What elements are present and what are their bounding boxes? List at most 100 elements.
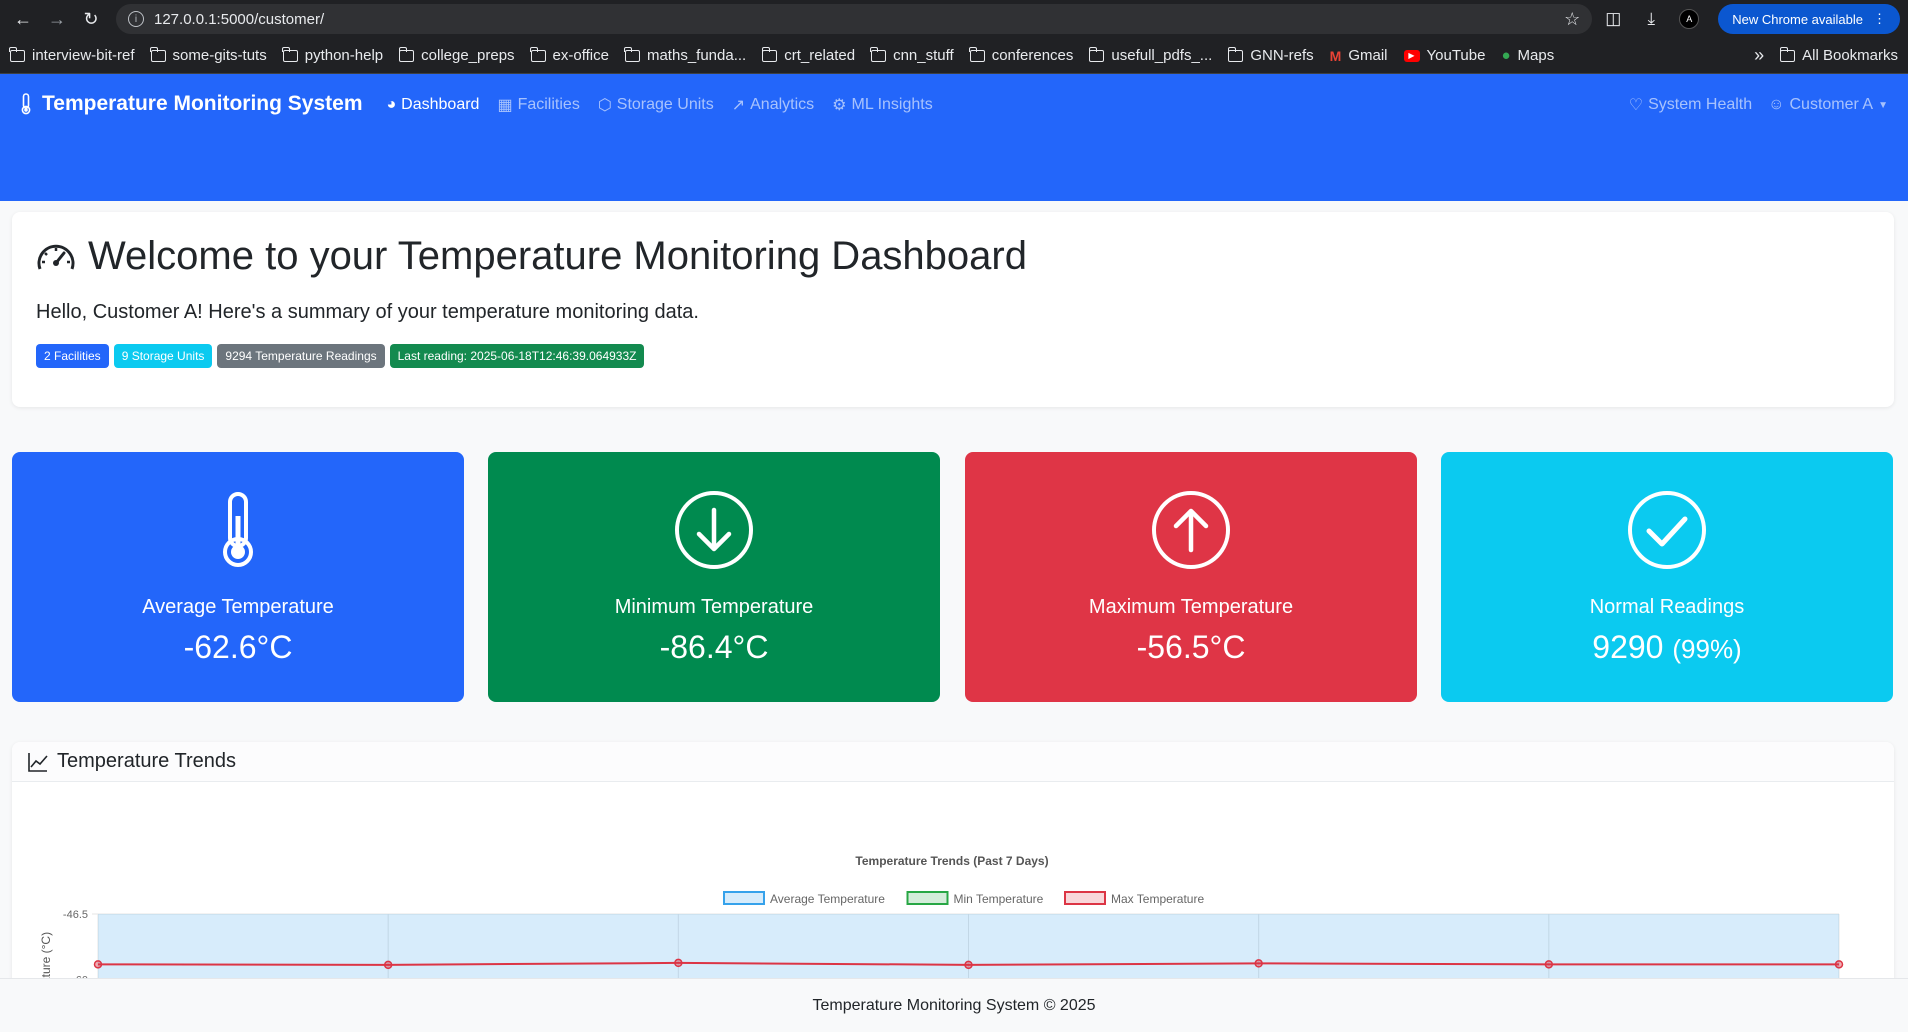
readings-badge: 9294 Temperature Readings	[217, 344, 385, 368]
data-point	[1834, 960, 1844, 969]
legend-label: Max Temperature	[1111, 892, 1204, 906]
legend-label: Min Temperature	[954, 892, 1044, 906]
normal-readings-count: 9290	[1592, 629, 1664, 665]
bookmark-star-icon[interactable]: ☆	[1564, 9, 1580, 30]
brand[interactable]: Temperature Monitoring System	[20, 92, 363, 116]
summary-badges: 2 Facilities 9 Storage Units 9294 Temper…	[36, 344, 1870, 368]
bookmark-item[interactable]: cnn_stuff	[870, 46, 954, 64]
data-point	[964, 960, 973, 970]
more-bookmarks-icon[interactable]: »	[1754, 45, 1764, 66]
folder-icon	[9, 46, 25, 62]
check-circle-icon	[1628, 491, 1706, 569]
normal-readings-value: 9290 (99%)	[1592, 629, 1741, 666]
bookmark-item[interactable]: GNN-refs	[1227, 46, 1314, 64]
site-info-icon[interactable]: i	[128, 11, 144, 27]
folder-icon	[969, 46, 985, 62]
maps-icon: ●	[1501, 47, 1511, 64]
folder-icon	[529, 46, 546, 62]
browser-toolbar: ← → ↻ i 127.0.0.1:5000/customer/ ☆ ◫ ⤓ A…	[0, 0, 1908, 38]
profile-wrap: A	[1672, 4, 1706, 34]
folder-icon	[282, 46, 298, 62]
avg-temperature-label: Average Temperature	[142, 596, 334, 618]
legend-label: Average Temperature	[770, 892, 885, 906]
cpu-icon: ⚙	[832, 97, 847, 114]
youtube-icon: ▶	[1403, 49, 1420, 62]
graph-icon: ↗	[731, 97, 746, 114]
bookmark-gmail[interactable]: M Gmail	[1330, 47, 1388, 64]
user-dropdown[interactable]: ☺ Customer A ▼	[1768, 95, 1888, 115]
bookmark-item[interactable]: crt_related	[761, 46, 856, 64]
speedometer-icon: ◕	[386, 96, 397, 113]
download-icon[interactable]: ⤓	[1634, 4, 1668, 34]
bookmark-item[interactable]: maths_funda...	[624, 46, 747, 64]
address-bar[interactable]: i 127.0.0.1:5000/customer/ ☆	[116, 4, 1593, 34]
nav-dashboard[interactable]: ◕ Dashboard	[387, 96, 480, 114]
bookmark-label: YouTube	[1426, 47, 1486, 64]
bookmark-label: All Bookmarks	[1802, 47, 1898, 64]
profile-avatar[interactable]: A	[1679, 9, 1700, 29]
update-label: New Chrome available	[1732, 11, 1863, 27]
forward-icon[interactable]: →	[42, 4, 72, 34]
footer: Temperature Monitoring System © 2025	[0, 978, 1908, 1032]
chart-legend: Average Temperature Min Temperature Max Te…	[723, 891, 1204, 906]
folder-icon	[1227, 46, 1244, 62]
thermometer-icon	[21, 93, 31, 115]
bookmark-item[interactable]: some-gits-tuts	[149, 46, 267, 64]
bookmark-item[interactable]: ex-office	[529, 46, 609, 64]
nav-label: Dashboard	[401, 96, 480, 113]
last-reading-badge: Last reading: 2025-06-18T12:46:39.064933…	[389, 344, 645, 368]
nav-links: ◕ Dashboard ▦ Facilities ⬡ Storage Units ↗ A…	[387, 95, 933, 115]
nav-analytics[interactable]: ↗ Analytics	[732, 95, 814, 115]
nav-label: Customer A	[1789, 96, 1874, 113]
heart-pulse-icon: ♡	[1628, 97, 1644, 114]
data-point	[674, 958, 683, 968]
y-tick-label: -46.5	[63, 909, 88, 921]
nav-storage-units[interactable]: ⬡ Storage Units	[598, 95, 714, 115]
extensions-icon[interactable]: ◫	[1596, 4, 1630, 34]
nav-label: System Health	[1648, 96, 1753, 113]
bookmark-label: maths_funda...	[646, 47, 747, 64]
storage-units-badge: 9 Storage Units	[113, 344, 213, 368]
arrow-up-circle-icon	[1152, 491, 1230, 569]
bookmark-maps[interactable]: ● Maps	[1501, 47, 1554, 64]
normal-readings-pct: (99%)	[1672, 634, 1742, 664]
speedometer-icon	[37, 244, 75, 270]
nav-right: ♡ System Health ☺ Customer A ▼	[1629, 95, 1888, 115]
reload-icon[interactable]: ↻	[76, 4, 106, 34]
chrome-update-button[interactable]: New Chrome available ⋮	[1718, 4, 1900, 34]
data-point	[1254, 959, 1263, 968]
bookmark-label: crt_related	[784, 47, 856, 64]
app-navbar: Temperature Monitoring System ◕ Dashboard…	[0, 74, 1908, 201]
bookmark-label: conferences	[991, 47, 1074, 64]
bookmark-label: ex-office	[552, 47, 609, 64]
data-point	[93, 960, 103, 969]
graph-up-icon	[28, 752, 48, 772]
bookmark-label: usefull_pdfs_...	[1111, 47, 1213, 64]
bookmark-youtube[interactable]: ▶ YouTube	[1403, 47, 1486, 64]
bookmark-item[interactable]: usefull_pdfs_...	[1088, 46, 1213, 64]
bookmark-item[interactable]: conferences	[969, 46, 1074, 64]
nav-ml-insights[interactable]: ⚙ ML Insights	[832, 95, 933, 115]
nav-label: Storage Units	[616, 96, 714, 113]
gmail-icon: M	[1329, 47, 1342, 64]
thermometer-icon	[223, 492, 253, 567]
trends-title: Temperature Trends	[57, 750, 236, 772]
box-icon: ⬡	[597, 97, 612, 114]
max-temperature-label: Maximum Temperature	[1088, 596, 1294, 618]
nav-label: Analytics	[750, 96, 815, 113]
arrow-down-circle-icon	[675, 491, 753, 569]
all-bookmarks[interactable]: All Bookmarks	[1779, 46, 1898, 64]
normal-readings-label: Normal Readings	[1589, 596, 1745, 618]
bookmarks-bar: interview-bit-ref some-gits-tuts python-…	[0, 38, 1908, 74]
min-temperature-label: Minimum Temperature	[614, 596, 814, 618]
nav-system-health[interactable]: ♡ System Health	[1629, 95, 1752, 115]
bookmark-label: Gmail	[1348, 47, 1388, 64]
legend-swatch	[906, 891, 949, 905]
bookmark-item[interactable]: python-help	[282, 46, 383, 64]
min-temperature-value: -86.4°C	[659, 629, 769, 665]
bookmark-item[interactable]: college_preps	[398, 46, 515, 64]
max-temperature-card: Maximum Temperature -56.5°C	[965, 452, 1417, 702]
back-icon[interactable]: ←	[8, 4, 38, 34]
bookmark-item[interactable]: interview-bit-ref	[9, 46, 135, 64]
nav-facilities[interactable]: ▦ Facilities	[497, 95, 579, 115]
